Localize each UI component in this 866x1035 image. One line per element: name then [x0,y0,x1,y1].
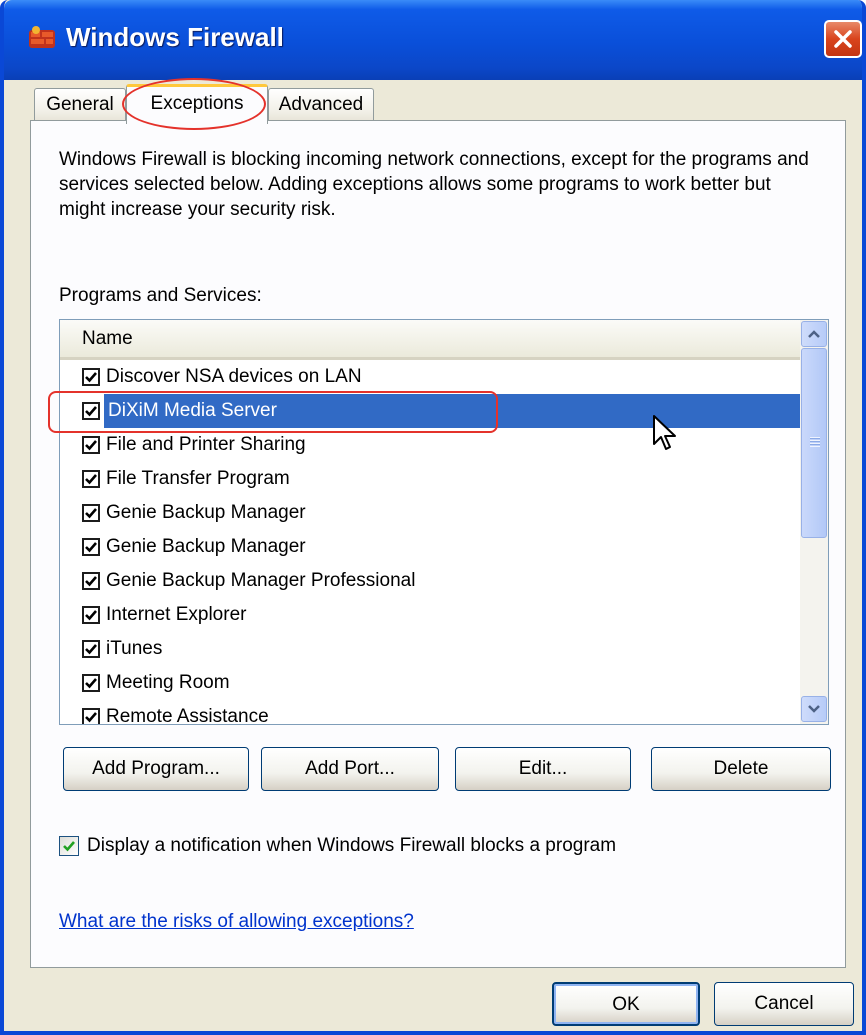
item-label: Genie Backup Manager Professional [106,570,416,591]
item-label: Meeting Room [106,672,230,693]
item-checkbox[interactable] [82,504,100,522]
item-label: File and Printer Sharing [106,434,306,455]
item-checkbox[interactable] [82,436,100,454]
item-label: Internet Explorer [106,604,247,625]
list-item[interactable]: Genie Backup Manager [60,530,800,564]
delete-button[interactable]: Delete [651,747,831,791]
list-item[interactable]: Discover NSA devices on LAN [60,360,800,394]
checkmark-icon [85,372,97,383]
windows-firewall-dialog: Windows Firewall General Advanced Except… [0,0,866,1035]
list-item[interactable]: Remote Assistance [60,700,800,725]
scroll-up-button[interactable] [801,321,827,347]
annotation-rectangle [48,391,498,433]
add-program-button[interactable]: Add Program... [63,747,249,791]
annotation-ellipse [122,78,266,130]
mouse-pointer-icon [653,415,676,450]
checkmark-icon [85,576,97,587]
scroll-thumb[interactable] [801,348,827,538]
item-label: Discover NSA devices on LAN [106,366,362,387]
notify-checkbox[interactable] [59,836,79,856]
list-item[interactable]: File and Printer Sharing [60,428,800,462]
description-text: Windows Firewall is blocking incoming ne… [59,149,809,220]
checkmark-icon [85,610,97,621]
programs-label: Programs and Services: [59,285,262,306]
notify-option[interactable]: Display a notification when Windows Fire… [59,835,616,857]
scroll-down-button[interactable] [801,696,827,722]
programs-list[interactable]: Name Discover NSA devices on LAN DiXiM Me… [59,319,829,725]
risks-link[interactable]: What are the risks of allowing exception… [59,911,414,933]
item-checkbox[interactable] [82,470,100,488]
arrow-up-icon [808,330,820,338]
item-checkbox[interactable] [82,708,100,724]
list-item[interactable]: File Transfer Program [60,462,800,496]
checkmark-icon [85,712,97,723]
list-item[interactable]: Genie Backup Manager Professional [60,564,800,598]
cancel-button[interactable]: Cancel [714,982,854,1026]
checkmark-icon [85,474,97,485]
item-checkbox[interactable] [82,640,100,658]
list-item[interactable]: Genie Backup Manager [60,496,800,530]
close-icon [834,30,852,48]
item-checkbox[interactable] [82,538,100,556]
add-port-button[interactable]: Add Port... [261,747,439,791]
item-label: Genie Backup Manager [106,536,306,557]
window-title: Windows Firewall [66,22,284,52]
tab-advanced[interactable]: Advanced [268,88,374,122]
exceptions-panel: Windows Firewall is blocking incoming ne… [30,120,846,968]
item-label: iTunes [106,638,163,659]
title-bar[interactable]: Windows Firewall [4,0,862,80]
close-button[interactable] [824,20,862,58]
item-checkbox[interactable] [82,368,100,386]
item-label: Remote Assistance [106,706,269,725]
checkmark-icon [63,841,75,852]
firewall-brick-icon [29,26,55,48]
list-item[interactable]: iTunes [60,632,800,666]
notify-label: Display a notification when Windows Fire… [87,835,617,856]
item-label: File Transfer Program [106,468,290,489]
vertical-scrollbar[interactable] [800,320,828,724]
item-label: Genie Backup Manager [106,502,306,523]
item-checkbox[interactable] [82,674,100,692]
thumb-grip-icon [810,437,820,447]
checkmark-icon [85,440,97,451]
edit-button[interactable]: Edit... [455,747,631,791]
checkmark-icon [85,644,97,655]
checkmark-icon [85,542,97,553]
tab-general[interactable]: General [34,88,126,122]
column-header-name[interactable]: Name [60,320,800,360]
list-item[interactable]: Internet Explorer [60,598,800,632]
arrow-down-icon [808,705,820,713]
list-item[interactable]: Meeting Room [60,666,800,700]
checkmark-icon [85,678,97,689]
checkmark-icon [85,508,97,519]
ok-button[interactable]: OK [552,982,700,1026]
item-checkbox[interactable] [82,606,100,624]
item-checkbox[interactable] [82,572,100,590]
